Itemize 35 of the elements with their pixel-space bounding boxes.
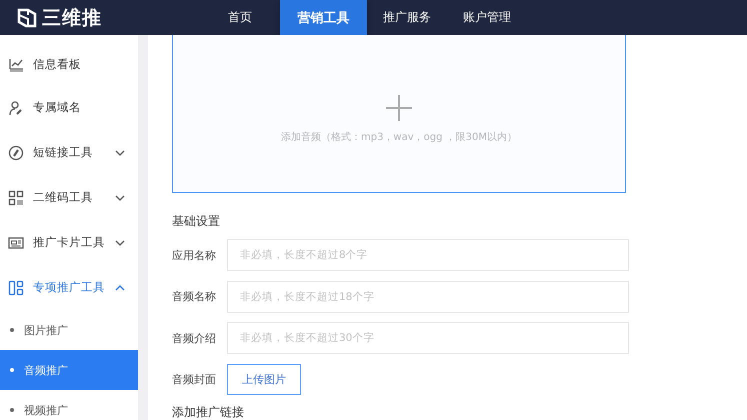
nav-tab[interactable]: 首页 [200,0,280,35]
input-field[interactable]: 非必填，长度不超过8个字 [227,239,629,271]
sidebar-item[interactable]: 专项推广工具 [0,265,138,310]
bullet-icon [10,328,14,332]
qr-code-icon [8,190,24,206]
nav-tab[interactable]: 营销工具 [280,0,367,35]
sidebar-subitem[interactable]: 图片推广 [0,310,138,350]
input-field[interactable]: 非必填，长度不超过30个字 [227,322,629,354]
card-icon [8,234,24,250]
plus-icon [385,94,413,122]
sidebar-subitem[interactable]: 音频推广 [0,350,138,390]
field-label: 应用名称 [172,248,217,262]
field-label: 音频介绍 [172,330,217,346]
sidebar-subitem[interactable]: 视频推广 [0,390,138,420]
nav-tab[interactable]: 账户管理 [447,0,527,35]
grid-icon [8,280,24,296]
input-field[interactable]: 非必填，长度不超过18个字 [227,280,629,312]
sidebar-item[interactable]: 二维码工具 [0,175,138,220]
user-link-icon [8,100,24,116]
nav-tab[interactable]: 推广服务 [367,0,447,35]
chart-icon [8,56,24,72]
field-label: 音频名称 [172,289,217,304]
field-label: 音频封面 [172,372,217,387]
upload-image-button[interactable]: 上传图片 [227,364,301,395]
sidebar-item[interactable]: 短链接工具 [0,130,138,175]
section-title: 基础设置 [172,213,221,230]
bullet-icon [10,408,14,412]
sidebar-item[interactable]: 推广卡片工具 [0,220,138,265]
brand-name: 三维推 [42,6,102,30]
section-title: 添加推广链接 [172,406,245,418]
logo-icon [16,6,38,28]
sidebar-item[interactable]: 专属域名 [0,85,138,130]
bullet-icon [10,368,14,372]
sidebar-item[interactable]: 信息看板 [0,35,138,85]
upload-hint: 添加音频（格式：mp3，wav，ogg ，限30M以内） [280,130,518,144]
